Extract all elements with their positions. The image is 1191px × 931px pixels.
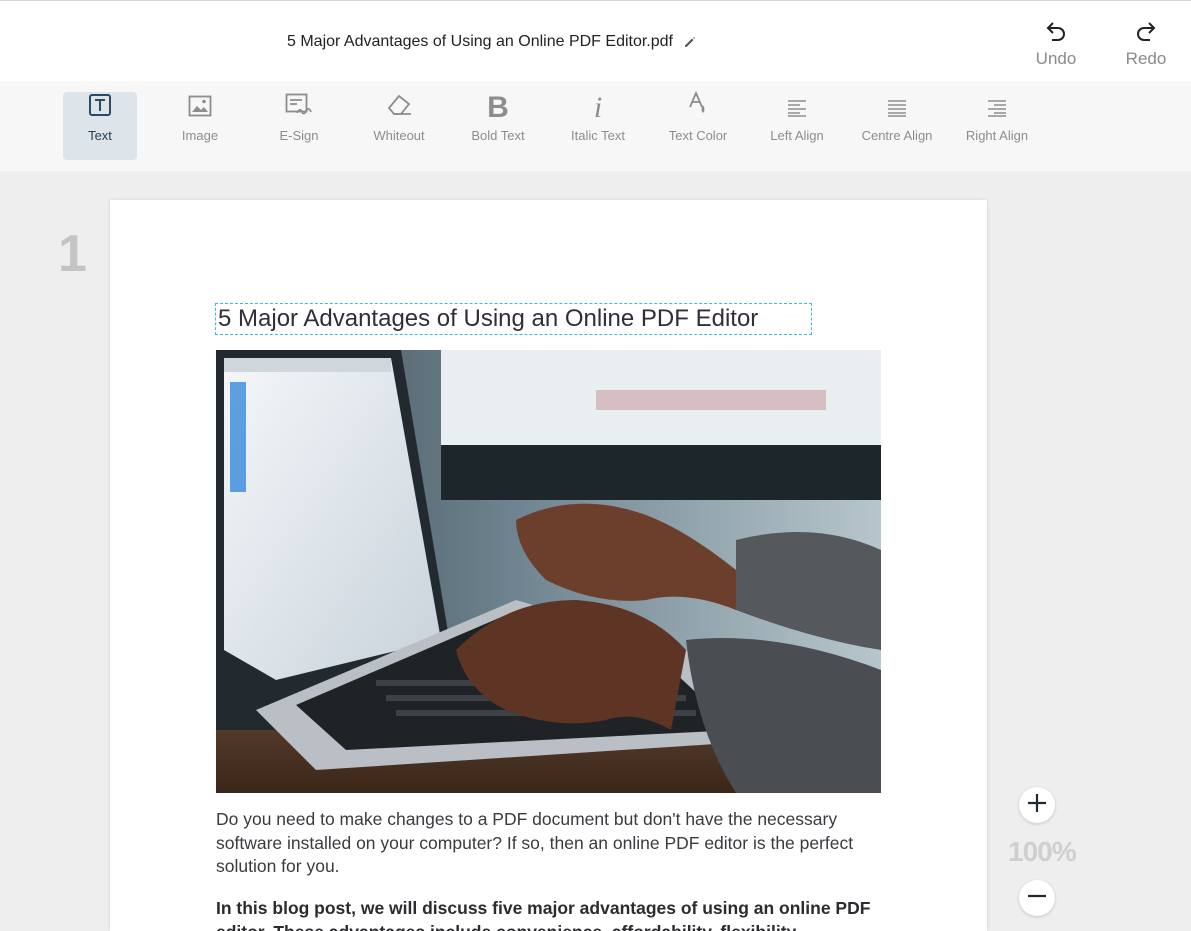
editing-toolbar: Text Image E-Sign Whiteout B Bold Text i…	[0, 81, 1191, 171]
tool-text-label: Text	[88, 128, 112, 143]
italic-icon: i	[593, 91, 603, 124]
tool-bold-label: Bold Text	[471, 128, 525, 143]
image-icon	[188, 95, 212, 122]
plus-icon	[1026, 792, 1048, 819]
tool-text-color-label: Text Color	[668, 128, 728, 143]
align-center-icon	[887, 99, 907, 122]
body-paragraph-bold[interactable]: In this blog post, we will discuss five …	[216, 897, 881, 931]
eraser-icon	[385, 93, 413, 122]
tool-text[interactable]: Text	[63, 92, 137, 160]
undo-label: Undo	[1035, 49, 1077, 68]
tool-esign[interactable]: E-Sign	[262, 92, 336, 160]
tool-text-color[interactable]: Text Color	[661, 90, 735, 160]
document-title-textbox[interactable]: 5 Major Advantages of Using an Online PD…	[215, 303, 812, 335]
pencil-icon[interactable]	[683, 35, 697, 49]
tool-centre-align-label: Centre Align	[861, 128, 933, 143]
redo-label: Redo	[1125, 49, 1167, 68]
tool-italic[interactable]: i Italic Text	[561, 92, 635, 160]
body-paragraph[interactable]: Do you need to make changes to a PDF doc…	[216, 808, 881, 879]
tool-whiteout[interactable]: Whiteout	[362, 92, 436, 160]
align-right-icon	[987, 99, 1007, 122]
signature-icon	[285, 93, 313, 122]
zoom-in-button[interactable]	[1019, 787, 1055, 823]
align-left-icon	[787, 99, 807, 122]
tool-centre-align[interactable]: Centre Align	[860, 92, 934, 160]
tool-whiteout-label: Whiteout	[373, 128, 425, 143]
tool-italic-label: Italic Text	[571, 128, 625, 143]
tool-right-align-label: Right Align	[965, 128, 1029, 143]
tool-bold[interactable]: B Bold Text	[461, 92, 535, 160]
page-number: 1	[58, 225, 87, 283]
file-name[interactable]: 5 Major Advantages of Using an Online PD…	[287, 33, 697, 51]
document-photo[interactable]	[216, 350, 881, 793]
bold-icon: B	[487, 91, 509, 124]
file-name-text: 5 Major Advantages of Using an Online PD…	[287, 33, 673, 50]
tool-right-align[interactable]: Right Align	[960, 92, 1034, 160]
zoom-level: 100%	[1008, 836, 1077, 867]
pdf-page[interactable]: 5 Major Advantages of Using an Online PD…	[110, 200, 987, 931]
redo-button[interactable]: Redo	[1116, 19, 1176, 69]
tool-image-label: Image	[181, 128, 219, 143]
undo-button[interactable]: Undo	[1026, 19, 1086, 69]
undo-icon	[1026, 19, 1086, 43]
text-box-icon	[88, 93, 112, 122]
tool-image[interactable]: Image	[163, 92, 237, 160]
text-color-icon	[687, 90, 709, 122]
tool-left-align-label: Left Align	[770, 128, 824, 143]
header-bar: 5 Major Advantages of Using an Online PD…	[0, 0, 1191, 81]
redo-icon	[1116, 19, 1176, 43]
tool-esign-label: E-Sign	[279, 128, 319, 143]
zoom-out-button[interactable]	[1019, 880, 1055, 916]
tool-left-align[interactable]: Left Align	[760, 92, 834, 160]
minus-icon	[1026, 885, 1048, 912]
